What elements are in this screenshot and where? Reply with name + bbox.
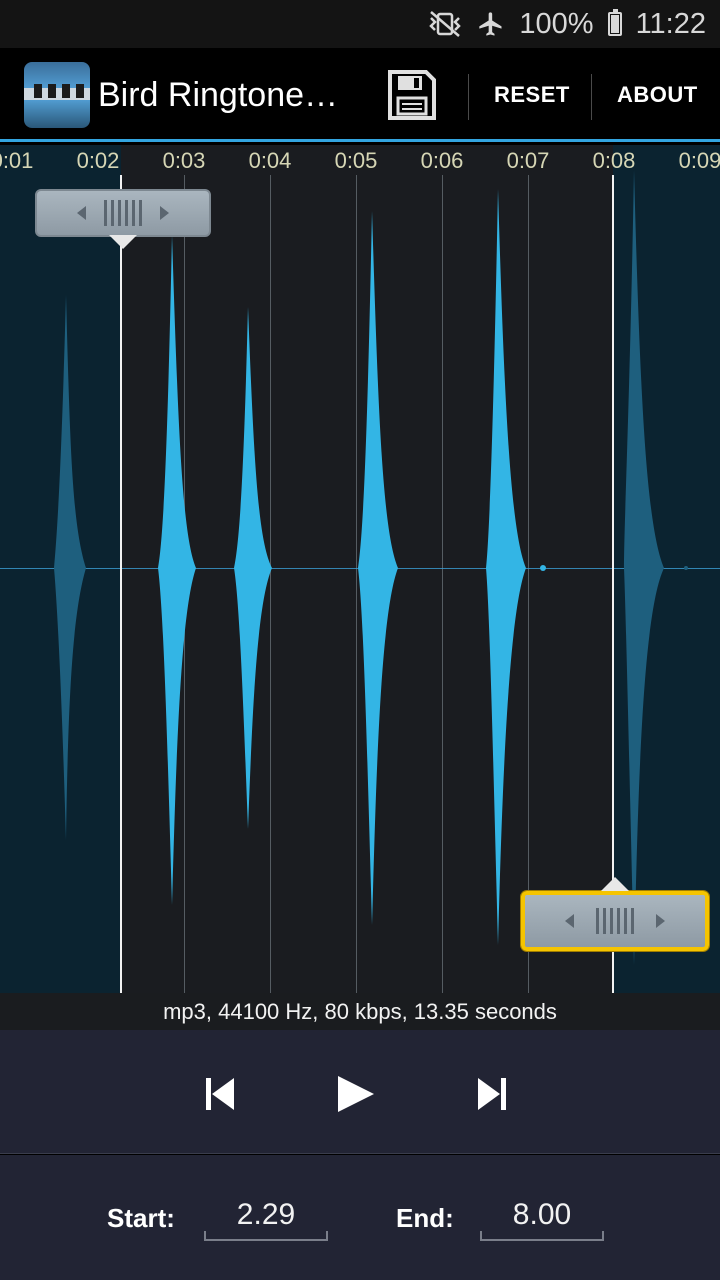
grip-icon <box>104 200 142 226</box>
file-info: mp3, 44100 Hz, 80 kbps, 13.35 seconds <box>0 993 720 1030</box>
waveform-peak <box>54 295 86 840</box>
start-pointer-icon <box>109 235 137 249</box>
waveform-peak <box>158 235 196 905</box>
skip-previous-icon[interactable] <box>198 1072 242 1116</box>
start-label: Start: <box>107 1203 175 1233</box>
battery-percent: 100% <box>519 7 594 40</box>
arrow-left-icon <box>77 206 86 220</box>
skip-next-icon[interactable] <box>470 1072 514 1116</box>
clock: 11:22 <box>635 7 706 40</box>
start-marker-line <box>120 175 122 993</box>
waveform-dot <box>540 565 546 571</box>
end-pointer-icon <box>601 877 629 891</box>
waveform-peak <box>486 189 526 945</box>
end-label: End: <box>396 1203 454 1233</box>
selection-bounds: Start: 2.29 End: 8.00 <box>0 1155 720 1280</box>
divider <box>591 74 592 120</box>
battery-icon <box>607 9 622 36</box>
arrow-right-icon <box>656 914 665 928</box>
arrow-right-icon <box>160 206 169 220</box>
end-marker-line <box>612 175 614 993</box>
reset-button[interactable]: RESET <box>494 82 570 108</box>
end-field[interactable]: 8.00 <box>480 1191 604 1241</box>
action-bar: Bird Ringtone… RESET ABOUT <box>0 48 720 142</box>
arrow-left-icon <box>565 914 574 928</box>
start-value: 2.29 <box>236 1198 296 1231</box>
waveform-view[interactable]: 0:01 0:02 0:03 0:04 0:05 0:06 0:07 0:08 … <box>0 145 720 993</box>
about-button[interactable]: ABOUT <box>617 82 698 108</box>
waveform-peak <box>624 170 664 965</box>
app-icon[interactable] <box>24 62 90 128</box>
waveform-peak <box>358 211 398 925</box>
start-field[interactable]: 2.29 <box>204 1191 328 1241</box>
end-value: 8.00 <box>512 1198 572 1231</box>
status-bar: 100% 11:22 <box>0 0 720 48</box>
divider <box>468 74 469 120</box>
transport-controls <box>0 1030 720 1154</box>
start-marker-handle[interactable] <box>35 189 211 249</box>
floppy-disk-icon[interactable] <box>386 68 438 122</box>
grip-icon <box>596 908 634 934</box>
vibrate-off-icon <box>427 10 463 38</box>
end-marker-handle[interactable] <box>521 877 709 951</box>
waveform-dot <box>684 566 688 570</box>
waveform-peak <box>234 307 272 829</box>
app-title: Bird Ringtone… <box>98 76 339 114</box>
airplane-icon <box>477 10 505 38</box>
play-icon[interactable] <box>332 1072 380 1116</box>
